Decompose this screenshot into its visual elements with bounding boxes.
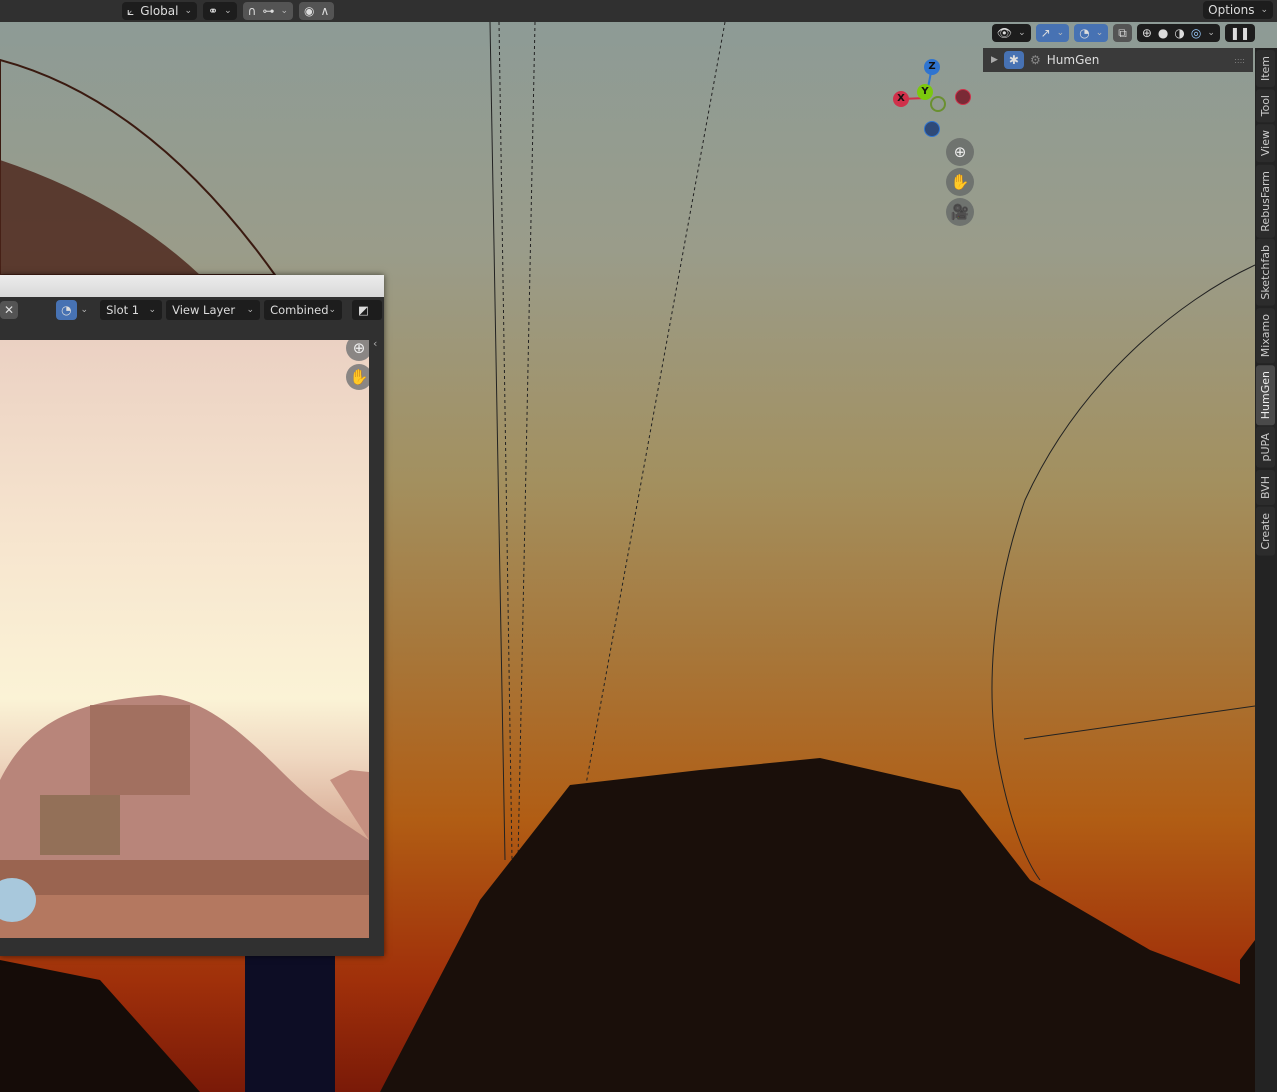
sidebar-collapse-icon[interactable]: ‹ [373, 337, 377, 350]
gizmo-x-axis[interactable]: X [893, 91, 909, 107]
tab-humgen[interactable]: HumGen [1256, 365, 1275, 426]
gizmo-neg-z-axis[interactable] [924, 121, 940, 137]
tab-create[interactable]: Create [1256, 506, 1275, 556]
overlays-dropdown[interactable]: ⌄ [81, 305, 89, 315]
hand-icon: ✋ [950, 173, 970, 191]
tab-pupa[interactable]: pUPA [1256, 427, 1275, 468]
zoom-view-button[interactable]: ⊕ [946, 138, 974, 166]
sidebar-tabs: Item Tool View RebusFarm Sketchfab Mixam… [1255, 48, 1277, 1092]
gizmo-neg-y-axis[interactable] [930, 96, 946, 112]
window-titlebar[interactable] [0, 275, 384, 297]
image-pan-button[interactable]: ✋ [346, 364, 369, 390]
render-pass-dropdown[interactable]: Combined ⌄ [264, 300, 343, 320]
pan-view-button[interactable]: ✋ [946, 168, 974, 196]
render-scene [0, 695, 369, 938]
slot-dropdown[interactable]: Slot 1 ⌄ [100, 300, 163, 320]
gizmo-axes [900, 66, 933, 100]
image-overlays-toggle[interactable]: ◔ [56, 300, 77, 320]
image-editor-header: ✕ ◔ ⌄ Slot 1 ⌄ View Layer ⌄ Combined ⌄ ◩ [0, 297, 384, 323]
close-icon: ✕ [4, 303, 15, 317]
zoom-icon: ⊕ [352, 340, 366, 357]
image-editor-window[interactable]: ✕ ◔ ⌄ Slot 1 ⌄ View Layer ⌄ Combined ⌄ ◩ ⊕ … [0, 275, 384, 956]
view-layer-dropdown[interactable]: View Layer ⌄ [166, 300, 261, 320]
close-image-button[interactable]: ✕ [0, 301, 19, 319]
overlays-icon: ◔ [61, 303, 72, 317]
gizmo-neg-x-axis[interactable] [955, 89, 971, 105]
tab-bvh[interactable]: BVH [1256, 469, 1275, 505]
zoom-icon: ⊕ [953, 143, 967, 161]
gizmo-z-axis[interactable]: Z [924, 59, 940, 75]
channels-icon: ◩ [358, 303, 369, 317]
gizmo-y-axis[interactable]: Y [917, 84, 933, 100]
camera-view-button[interactable]: 🎥 [946, 198, 974, 226]
hand-icon: ✋ [349, 368, 369, 386]
display-channels-dropdown[interactable]: ◩ [352, 300, 383, 320]
camera-icon: 🎥 [950, 203, 970, 221]
render-result-image[interactable]: ⊕ ✋ [0, 340, 369, 938]
tab-mixamo[interactable]: Mixamo [1256, 307, 1275, 364]
tab-sketchfab[interactable]: Sketchfab [1256, 239, 1275, 306]
